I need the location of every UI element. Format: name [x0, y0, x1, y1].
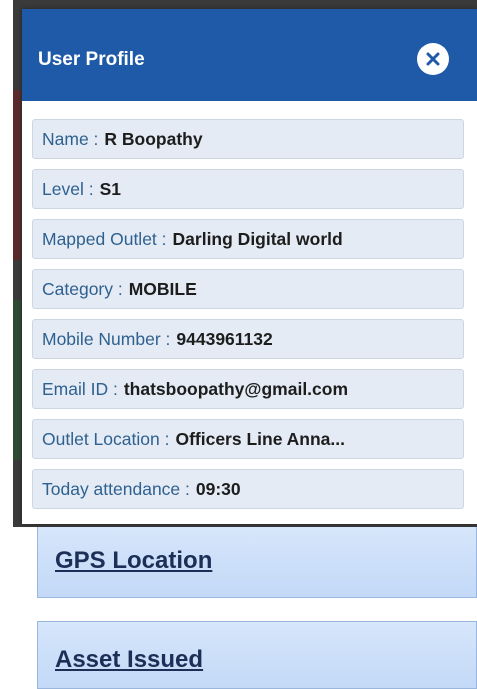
field-label: Mobile Number :	[42, 328, 171, 349]
field-value: MOBILE	[128, 278, 197, 299]
gps-location-section[interactable]: GPS Location	[37, 527, 477, 598]
screen: User Profile Name : R Boopathy Level : S…	[0, 0, 477, 689]
field-value: 9443961132	[176, 328, 273, 349]
dialog-header: User Profile	[22, 9, 477, 101]
field-value: thatsboopathy@gmail.com	[123, 378, 349, 399]
backdrop-edge	[13, 90, 21, 260]
field-value: R Boopathy	[104, 128, 203, 149]
asset-issued-section[interactable]: Asset Issued	[37, 621, 477, 689]
field-level: Level : S1	[32, 169, 464, 209]
gps-location-title[interactable]: GPS Location	[55, 547, 212, 575]
field-today-attendance: Today attendance : 09:30	[32, 469, 464, 509]
user-profile-dialog: User Profile Name : R Boopathy Level : S…	[22, 9, 477, 524]
field-mapped-outlet: Mapped Outlet : Darling Digital world	[32, 219, 464, 259]
field-label: Mapped Outlet :	[42, 228, 167, 249]
field-label: Outlet Location :	[42, 428, 170, 449]
profile-fields: Name : R Boopathy Level : S1 Mapped Outl…	[32, 119, 464, 519]
field-mobile-number: Mobile Number : 9443961132	[32, 319, 464, 359]
field-label: Name :	[42, 128, 99, 149]
close-button[interactable]	[417, 43, 449, 75]
field-value: S1	[99, 178, 121, 199]
field-value: Officers Line Anna...	[175, 428, 345, 449]
field-outlet-location: Outlet Location : Officers Line Anna...	[32, 419, 464, 459]
dialog-title: User Profile	[38, 49, 145, 70]
field-value: Darling Digital world	[172, 228, 343, 249]
field-label: Level :	[42, 178, 94, 199]
backdrop-edge	[13, 300, 21, 460]
field-label: Today attendance :	[42, 478, 190, 499]
field-label: Email ID :	[42, 378, 118, 399]
field-name: Name : R Boopathy	[32, 119, 464, 159]
close-icon	[426, 52, 440, 66]
field-value: 09:30	[195, 478, 241, 499]
field-category: Category : MOBILE	[32, 269, 464, 309]
field-email-id: Email ID : thatsboopathy@gmail.com	[32, 369, 464, 409]
asset-issued-title[interactable]: Asset Issued	[55, 646, 203, 674]
field-label: Category :	[42, 278, 123, 299]
